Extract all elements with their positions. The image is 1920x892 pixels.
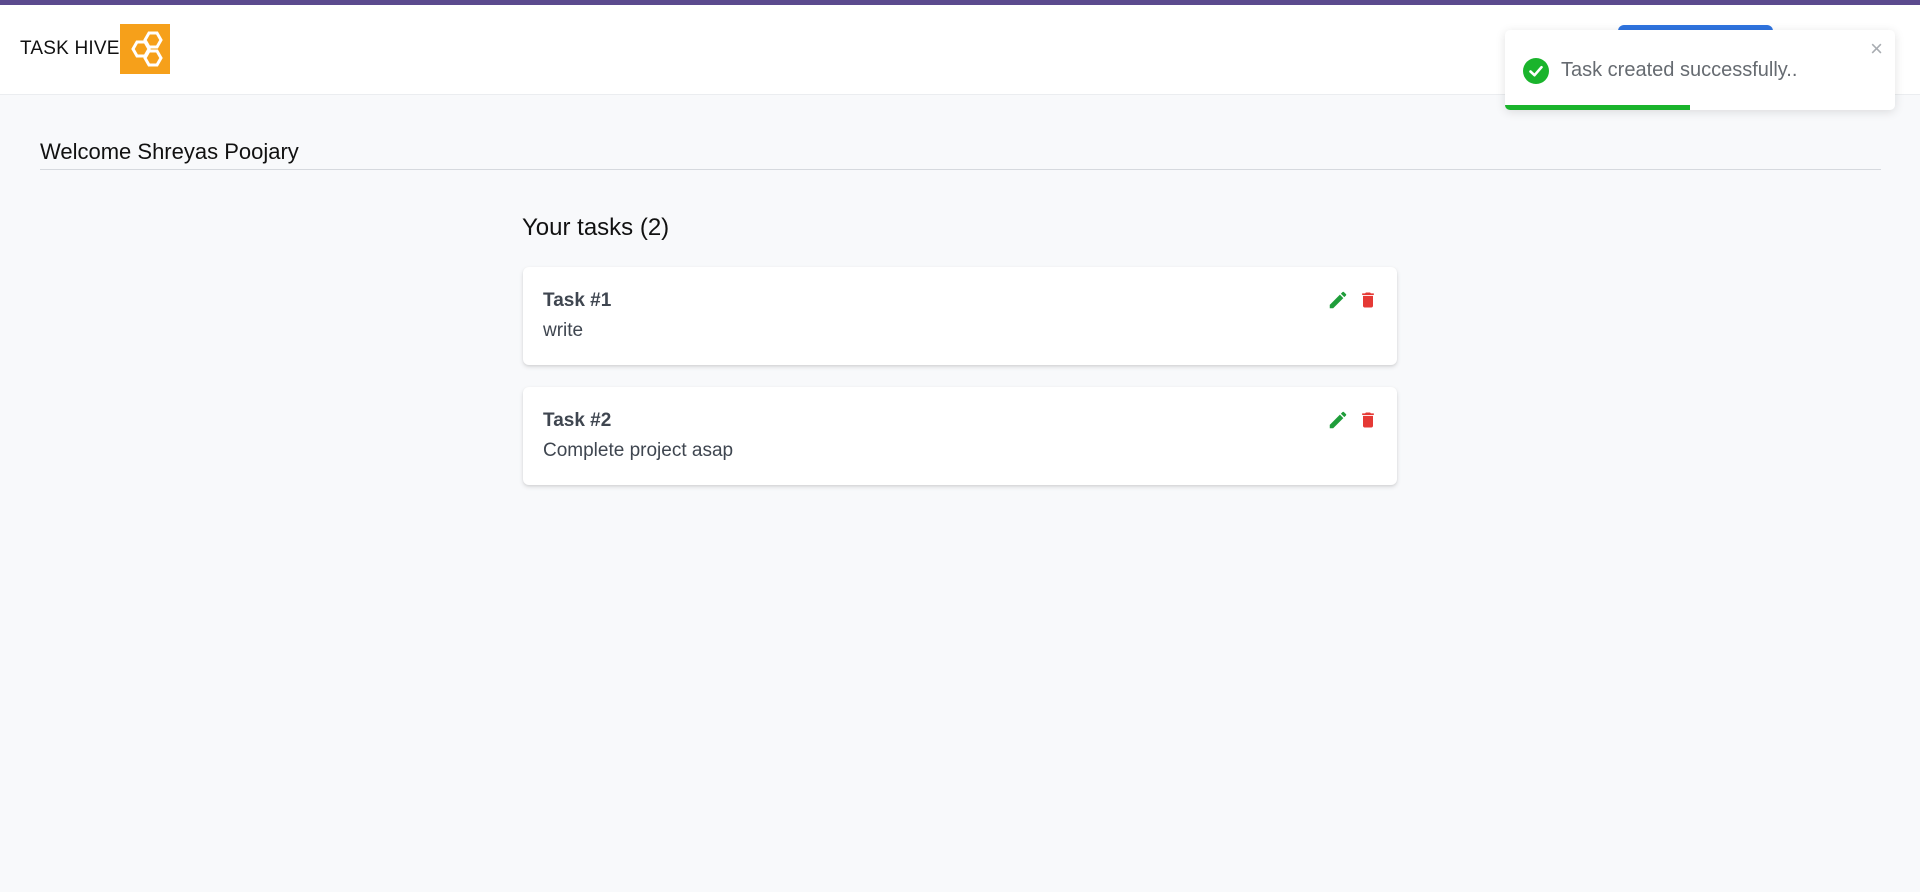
pencil-icon[interactable] <box>1327 289 1349 311</box>
tasks-heading: Your tasks (2) <box>522 214 670 241</box>
task-actions <box>1327 409 1379 431</box>
toast-message: Task created successfully.. <box>1561 59 1798 81</box>
pencil-icon[interactable] <box>1327 409 1349 431</box>
hexagon-honeycomb-icon <box>119 24 170 74</box>
toast-progress-bar <box>1505 105 1691 110</box>
divider <box>40 169 1881 170</box>
check-circle-icon <box>1523 58 1549 84</box>
welcome-heading: Welcome Shreyas Poojary <box>40 139 299 164</box>
task-card: Task #2 Complete project asap <box>523 387 1397 485</box>
brand-name: TASK HIVE <box>20 38 120 59</box>
task-title: Task #1 <box>543 290 612 311</box>
trash-icon[interactable] <box>1357 409 1379 431</box>
trash-icon[interactable] <box>1357 289 1379 311</box>
task-card: Task #1 write <box>523 267 1397 365</box>
task-description: write <box>543 320 584 341</box>
task-title: Task #2 <box>543 410 612 431</box>
close-icon[interactable]: × <box>1870 38 1883 60</box>
task-description: Complete project asap <box>543 440 734 461</box>
brand[interactable]: TASK HIVE <box>20 24 170 74</box>
toast-progress-track <box>1505 105 1895 110</box>
task-actions <box>1327 289 1379 311</box>
toast-notification: Task created successfully.. × <box>1505 30 1895 110</box>
